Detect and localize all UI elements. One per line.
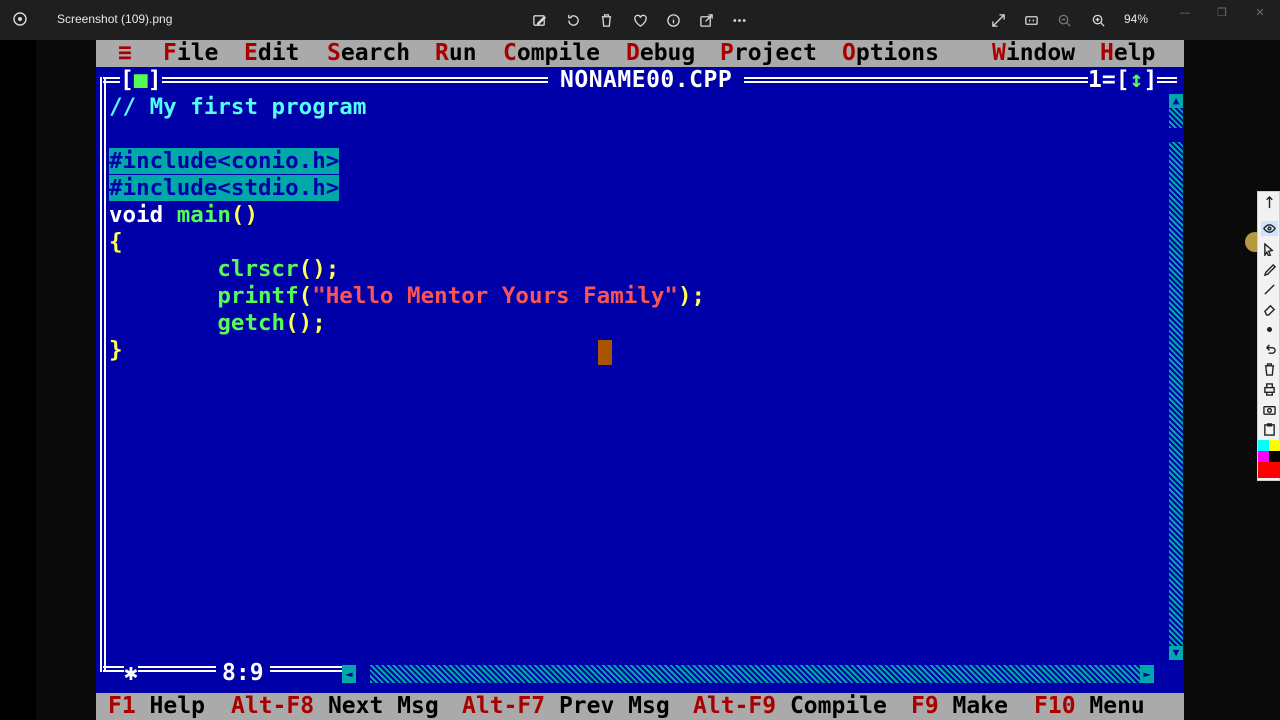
code-line-getch: getch(); [217,310,326,336]
scroll-down-arrow-icon[interactable]: ▼ [1169,646,1183,660]
status-prev-msg[interactable]: Alt-F7 Prev Msg [462,693,670,720]
scroll-right-arrow-icon[interactable]: ► [1140,665,1154,683]
text-cursor [598,340,612,365]
undo-icon[interactable] [1261,342,1278,357]
edit-image-icon[interactable] [530,11,548,29]
vertical-scroll-thumb[interactable] [1169,128,1183,142]
cursor-position: 8:9 [216,660,270,687]
editor-window-frame-bottom: ✱ 8:9 ◄ ► [96,660,1184,687]
close-button[interactable]: ✕ [1250,6,1270,20]
code-line-include-conio: #include<conio.h> [109,148,340,174]
menu-system[interactable]: ≡ [118,40,132,67]
actual-size-icon[interactable] [1022,11,1040,29]
favorite-heart-icon[interactable] [631,11,649,29]
menu-compile[interactable]: Compile [503,40,600,67]
eraser-icon[interactable] [1261,302,1278,317]
menu-search[interactable]: Search [327,40,410,67]
resize-corner-icon[interactable]: ✱ [124,660,138,687]
color-yellow-swatch[interactable] [1269,440,1280,451]
scroll-left-arrow-icon[interactable]: ◄ [342,665,356,683]
clipboard-icon[interactable] [1261,422,1278,437]
color-magenta-swatch[interactable] [1258,451,1269,462]
rotate-icon[interactable] [564,11,582,29]
turbo-cpp-ide: ≡ File Edit Search Run Compile Debug Pro… [96,40,1184,720]
zoom-in-icon[interactable] [1089,11,1107,29]
menu-window[interactable]: Window [992,40,1075,67]
menu-help[interactable]: Help [1100,40,1155,67]
ide-status-bar: F1 Help Alt-F8 Next Msg Alt-F7 Prev Msg … [96,693,1184,720]
status-next-msg[interactable]: Alt-F8 Next Msg [231,693,439,720]
delete-icon[interactable] [597,11,615,29]
color-cyan-swatch[interactable] [1258,440,1269,451]
horizontal-scroll-thumb[interactable] [356,665,370,683]
zoom-out-icon[interactable] [1055,11,1073,29]
maximize-button[interactable]: ❐ [1212,6,1232,20]
pen-icon[interactable] [1261,195,1278,210]
status-compile[interactable]: Alt-F9 Compile [693,693,887,720]
print-icon[interactable] [1261,382,1278,397]
letterbox [0,40,36,720]
viewer-title-bar: Screenshot (109).png 94% — ❐ ✕ [0,0,1280,40]
menu-project[interactable]: Project [720,40,817,67]
code-line-close-brace: } [109,337,123,363]
code-line-open-brace: { [109,229,123,255]
code-line-main: void main() [109,202,259,228]
code-editor[interactable]: // My first program #include<conio.h> #i… [109,94,1169,654]
dot-icon[interactable] [1261,322,1278,337]
line-icon[interactable] [1261,282,1278,297]
frame-top-left-corner [100,77,106,94]
more-options-icon[interactable] [730,11,748,29]
scroll-up-arrow-icon[interactable]: ▲ [1169,94,1183,108]
color-black-swatch[interactable] [1269,451,1280,462]
eye-icon[interactable] [1261,221,1278,236]
trash-icon[interactable] [1261,362,1278,377]
editor-window-frame-top: [■] NONAME00.CPP 1=[↕] [96,67,1184,94]
file-name: Screenshot (109).png [57,12,173,26]
vertical-scrollbar[interactable]: ▲ ▼ [1169,94,1183,660]
share-icon[interactable] [697,11,715,29]
info-icon[interactable] [664,11,682,29]
fullscreen-icon[interactable] [989,11,1007,29]
menu-options[interactable]: Options [842,40,939,67]
photos-app-icon [12,11,28,27]
window-number-zoom-box[interactable]: 1=[↕] [1088,67,1158,94]
color-red-swatch[interactable] [1258,462,1280,478]
ide-menu-bar: ≡ File Edit Search Run Compile Debug Pro… [96,40,1184,67]
menu-debug[interactable]: Debug [626,40,695,67]
zoom-level[interactable]: 94% [1124,12,1148,26]
annotation-toolbar [1257,191,1280,481]
window-close-box[interactable]: [■] [120,67,162,94]
code-line-printf: printf("Hello Mentor Yours Family"); [217,283,706,309]
highlighter-icon[interactable] [1261,263,1278,278]
status-menu[interactable]: F10 Menu [1034,693,1145,720]
minimize-button[interactable]: — [1175,6,1195,20]
status-help[interactable]: F1 Help [108,693,205,720]
camera-icon[interactable] [1261,402,1278,417]
menu-file[interactable]: File [163,40,218,67]
status-make[interactable]: F9 Make [911,693,1008,720]
code-line-include-stdio: #include<stdio.h> [109,175,340,201]
menu-edit[interactable]: Edit [244,40,299,67]
frame-left-edge [100,94,106,660]
editor-window-title: NONAME00.CPP [548,67,745,94]
pointer-icon[interactable] [1261,242,1278,257]
code-line-clrscr: clrscr(); [217,256,340,282]
menu-run[interactable]: Run [435,40,477,67]
horizontal-scrollbar[interactable]: ◄ ► [342,665,1154,683]
code-line-comment: // My first program [109,94,367,120]
